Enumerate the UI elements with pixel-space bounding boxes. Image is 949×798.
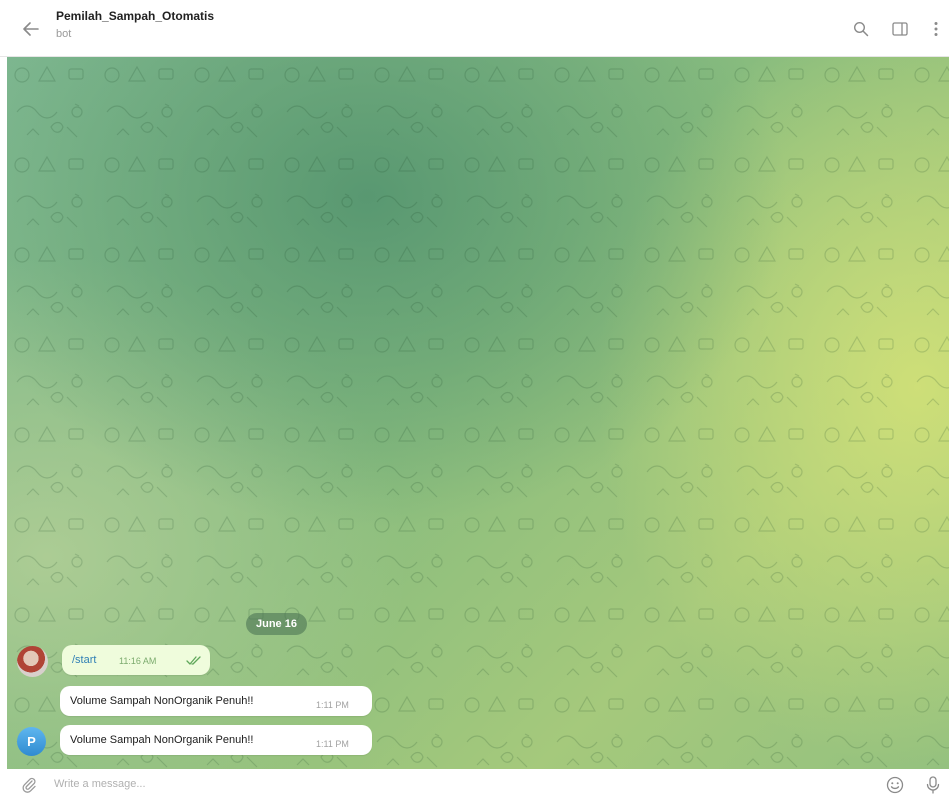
message-input[interactable]: [54, 774, 814, 794]
emoji-button[interactable]: [884, 774, 906, 796]
attach-button[interactable]: [18, 775, 40, 795]
chat-title[interactable]: Pemilah_Sampah_Otomatis: [56, 9, 214, 23]
message-time: 11:16 AM: [119, 656, 157, 666]
microphone-icon: [926, 776, 940, 794]
message-time: 1:11 PM: [316, 739, 349, 749]
sidebar-toggle-button[interactable]: [889, 18, 911, 40]
emoji-icon: [886, 776, 904, 794]
date-separator: June 16: [246, 613, 307, 635]
search-icon: [853, 21, 869, 37]
more-vertical-icon: [934, 22, 938, 36]
more-menu-button[interactable]: [925, 18, 947, 40]
message-text[interactable]: /start: [72, 654, 96, 666]
message-list[interactable]: June 16 /start 11:16 AM Volume Sampah No…: [7, 57, 949, 769]
user-avatar[interactable]: [17, 646, 48, 677]
double-check-icon: [186, 656, 201, 665]
message-text[interactable]: Volume Sampah NonOrganik Penuh!!: [70, 695, 253, 707]
sidebar-toggle-icon: [892, 22, 908, 36]
message-time: 1:11 PM: [316, 700, 349, 710]
search-button[interactable]: [850, 18, 872, 40]
message-composer: [0, 769, 949, 798]
message-incoming[interactable]: Volume Sampah NonOrganik Penuh!! 1:11 PM: [60, 725, 372, 755]
chat-header: Pemilah_Sampah_Otomatis bot: [0, 0, 949, 57]
message-incoming[interactable]: Volume Sampah NonOrganik Penuh!! 1:11 PM: [60, 686, 372, 716]
message-text[interactable]: Volume Sampah NonOrganik Penuh!!: [70, 734, 253, 746]
message-outgoing[interactable]: /start 11:16 AM: [62, 645, 210, 675]
back-button[interactable]: [18, 16, 44, 42]
bot-avatar[interactable]: P: [17, 727, 46, 756]
chat-subtitle: bot: [56, 28, 72, 40]
back-arrow-icon: [23, 22, 39, 36]
paperclip-icon: [22, 777, 36, 793]
voice-record-button[interactable]: [922, 774, 944, 796]
